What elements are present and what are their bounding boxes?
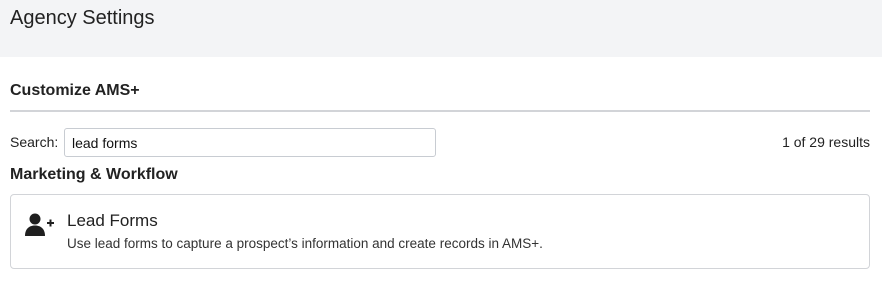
result-card-lead-forms[interactable]: Lead Forms Use lead forms to capture a p… bbox=[10, 194, 870, 269]
result-title: Lead Forms bbox=[67, 211, 158, 230]
results-count: 1 of 29 results bbox=[782, 134, 870, 150]
search-label: Search: bbox=[10, 134, 59, 150]
section-divider bbox=[10, 110, 870, 112]
search-input[interactable] bbox=[64, 128, 436, 157]
page-title: Agency Settings bbox=[10, 7, 155, 29]
section-title: Customize AMS+ bbox=[10, 82, 140, 99]
group-heading-marketing-workflow: Marketing & Workflow bbox=[10, 166, 178, 183]
user-plus-icon bbox=[25, 212, 55, 238]
result-description: Use lead forms to capture a prospect’s i… bbox=[67, 236, 543, 251]
page-header: Agency Settings bbox=[0, 0, 882, 57]
